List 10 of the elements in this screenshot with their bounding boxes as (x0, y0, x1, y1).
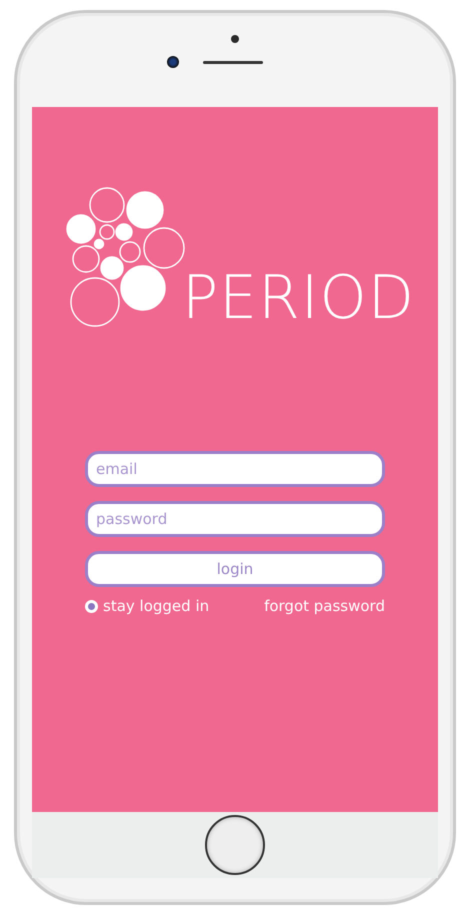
login-button[interactable]: login (85, 551, 385, 587)
camera-icon (167, 56, 179, 68)
forgot-password-link[interactable]: forgot password (264, 597, 385, 615)
sensor-icon (231, 35, 239, 43)
stay-logged-in-label: stay logged in (103, 597, 210, 615)
speaker-icon (203, 60, 263, 64)
app-wordmark: PERIOD (182, 268, 415, 328)
email-field[interactable]: email (85, 451, 385, 487)
stay-logged-in-radio[interactable] (85, 600, 98, 612)
password-field[interactable]: password (85, 501, 385, 537)
